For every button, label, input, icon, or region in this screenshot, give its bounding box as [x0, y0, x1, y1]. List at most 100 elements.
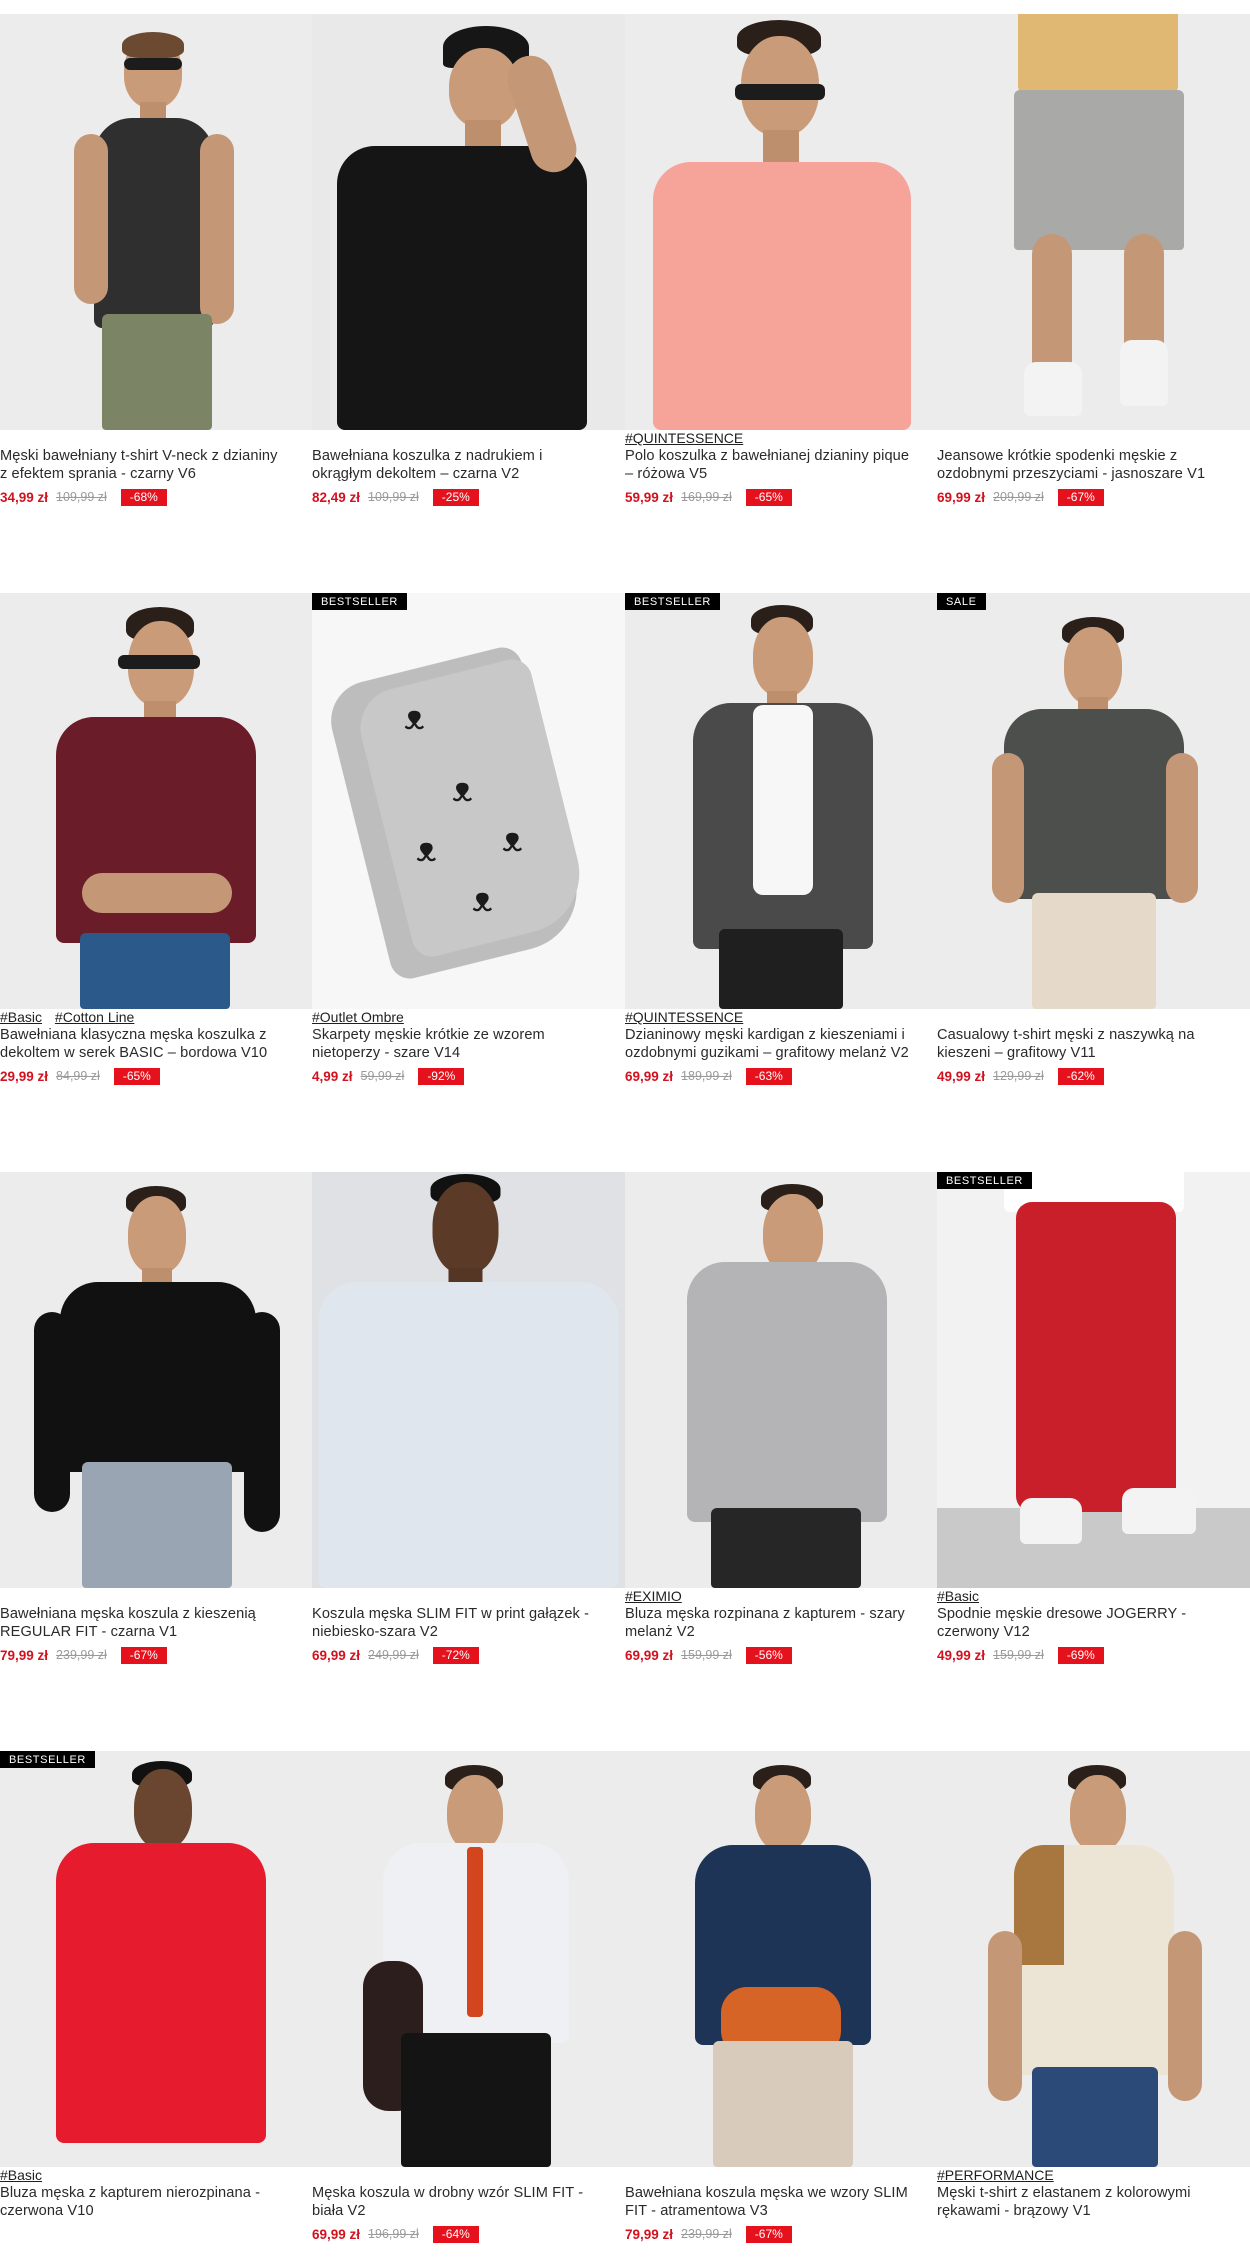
old-price: 209,99 zł: [993, 490, 1044, 504]
product-card[interactable]: #Basic #Cotton Line Bawełniana klasyczna…: [0, 593, 312, 1172]
old-price: 239,99 zł: [681, 2227, 732, 2241]
current-price: 59,99 zł: [625, 489, 674, 505]
product-card[interactable]: BESTSELLER #Basic Spodnie męskie dresowe…: [937, 1172, 1250, 1751]
current-price: 69,99 zł: [312, 1647, 361, 1663]
product-image[interactable]: BESTSELLER: [625, 593, 937, 1009]
price-row: 69,99 zł 209,99 zł -67%: [937, 488, 1250, 506]
product-badge: BESTSELLER: [937, 1172, 1032, 1189]
product-card[interactable]: BESTSELLER #QUINTESSENCE Dzianinowy męsk…: [625, 593, 937, 1172]
tag-link[interactable]: #QUINTESSENCE: [625, 430, 743, 446]
tag-list: #Basic: [0, 2167, 312, 2184]
current-price: 29,99 zł: [0, 1068, 49, 1084]
tag-list: [937, 1009, 1250, 1026]
product-image[interactable]: [625, 1751, 937, 2167]
old-price: 196,99 zł: [368, 2227, 419, 2241]
product-image[interactable]: [937, 14, 1250, 430]
product-name[interactable]: Bluza męska z kapturem nierozpinana - cz…: [0, 2184, 312, 2220]
product-name[interactable]: Bawełniana koszula męska we wzory SLIM F…: [625, 2184, 937, 2220]
tag-link[interactable]: #Cotton Line: [55, 1009, 134, 1025]
product-card[interactable]: #EXIMIO Bluza męska rozpinana z kapturem…: [625, 1172, 937, 1751]
tag-link[interactable]: #Basic: [0, 1009, 42, 1025]
product-card[interactable]: Męska koszula w drobny wzór SLIM FIT - b…: [312, 1751, 625, 2259]
price-row: 59,99 zł 169,99 zł -65%: [625, 488, 937, 506]
product-name[interactable]: Koszula męska SLIM FIT w print gałązek -…: [312, 1605, 625, 1641]
old-price: 189,99 zł: [681, 1069, 732, 1083]
current-price: 69,99 zł: [312, 2226, 361, 2242]
tag-list: #QUINTESSENCE: [625, 1009, 937, 1026]
product-card[interactable]: Bawełniana koszulka z nadrukiem i okrągł…: [312, 14, 625, 593]
product-image[interactable]: [625, 1172, 937, 1588]
old-price: 109,99 zł: [368, 490, 419, 504]
product-image[interactable]: BESTSELLER: [0, 1751, 312, 2167]
current-price: 79,99 zł: [625, 2226, 674, 2242]
product-card[interactable]: SALE Casualowy t-shirt męski z naszywką …: [937, 593, 1250, 1172]
bat-icon: ᴥ: [502, 821, 523, 859]
discount-badge: -65%: [745, 488, 792, 506]
price-row: 34,99 zł 109,99 zł -68%: [0, 488, 312, 506]
product-image[interactable]: SALE: [937, 593, 1250, 1009]
tag-list: [312, 1588, 625, 1605]
product-image[interactable]: BESTSELLER: [937, 1172, 1250, 1588]
product-name[interactable]: Jeansowe krótkie spodenki męskie z ozdob…: [937, 447, 1250, 483]
product-name[interactable]: Polo koszulka z bawełnianej dzianiny piq…: [625, 447, 937, 483]
price-row: 69,99 zł 189,99 zł -63%: [625, 1067, 937, 1085]
bat-icon: ᴥ: [472, 881, 493, 919]
product-name[interactable]: Bawełniana męska koszula z kieszenią REG…: [0, 1605, 312, 1641]
product-card[interactable]: Bawełniana koszula męska we wzory SLIM F…: [625, 1751, 937, 2259]
price-row: 69,99 zł 196,99 zł -64%: [312, 2225, 625, 2243]
product-image[interactable]: [312, 1751, 625, 2167]
product-name[interactable]: Męski bawełniany t-shirt V-neck z dziani…: [0, 447, 312, 483]
current-price: 79,99 zł: [0, 1647, 49, 1663]
discount-badge: -67%: [1057, 488, 1104, 506]
product-badge: BESTSELLER: [625, 593, 720, 610]
tag-link[interactable]: #PERFORMANCE: [937, 2167, 1054, 2183]
product-name[interactable]: Spodnie męskie dresowe JOGERRY - czerwon…: [937, 1605, 1250, 1641]
product-name[interactable]: Męska koszula w drobny wzór SLIM FIT - b…: [312, 2184, 625, 2220]
product-image[interactable]: [937, 1751, 1250, 2167]
product-name[interactable]: Bawełniana koszulka z nadrukiem i okrągł…: [312, 447, 625, 483]
product-card[interactable]: #QUINTESSENCE Polo koszulka z bawełniane…: [625, 14, 937, 593]
bat-icon: ᴥ: [452, 771, 473, 809]
tag-list: [312, 2167, 625, 2184]
product-image[interactable]: [625, 14, 937, 430]
discount-badge: -62%: [1057, 1067, 1104, 1085]
tag-link[interactable]: #Outlet Ombre: [312, 1009, 404, 1025]
discount-badge: -67%: [120, 1646, 167, 1664]
tag-link[interactable]: #Basic: [0, 2167, 42, 2183]
product-name[interactable]: Męski t-shirt z elastanem z kolorowymi r…: [937, 2184, 1250, 2220]
product-name[interactable]: Skarpety męskie krótkie ze wzorem nietop…: [312, 1026, 625, 1062]
product-card[interactable]: Męski bawełniany t-shirt V-neck z dziani…: [0, 14, 312, 593]
product-name[interactable]: Bawełniana klasyczna męska koszulka z de…: [0, 1026, 312, 1062]
tag-link[interactable]: #QUINTESSENCE: [625, 1009, 743, 1025]
product-card[interactable]: #PERFORMANCE Męski t-shirt z elastanem z…: [937, 1751, 1250, 2259]
tag-link[interactable]: #EXIMIO: [625, 1588, 682, 1604]
discount-badge: -25%: [432, 488, 479, 506]
product-image[interactable]: [0, 593, 312, 1009]
tag-link[interactable]: #Basic: [937, 1588, 979, 1604]
product-card[interactable]: BESTSELLER ᴥ ᴥ ᴥ ᴥ ᴥ #Outlet Ombre Skarp…: [312, 593, 625, 1172]
product-image[interactable]: [312, 1172, 625, 1588]
discount-badge: -69%: [1057, 1646, 1104, 1664]
product-image[interactable]: [0, 14, 312, 430]
tag-list: [0, 1588, 312, 1605]
tag-list: #QUINTESSENCE: [625, 430, 937, 447]
product-image[interactable]: [312, 14, 625, 430]
old-price: 59,99 zł: [360, 1069, 405, 1083]
current-price: 49,99 zł: [937, 1068, 986, 1084]
product-image[interactable]: BESTSELLER ᴥ ᴥ ᴥ ᴥ ᴥ: [312, 593, 625, 1009]
bat-icon: ᴥ: [404, 699, 425, 737]
product-card[interactable]: Bawełniana męska koszula z kieszenią REG…: [0, 1172, 312, 1751]
price-row: 69,99 zł 159,99 zł -56%: [625, 1646, 937, 1664]
product-name[interactable]: Dzianinowy męski kardigan z kieszeniami …: [625, 1026, 937, 1062]
product-card[interactable]: Jeansowe krótkie spodenki męskie z ozdob…: [937, 14, 1250, 593]
product-card[interactable]: Koszula męska SLIM FIT w print gałązek -…: [312, 1172, 625, 1751]
product-name[interactable]: Bluza męska rozpinana z kapturem - szary…: [625, 1605, 937, 1641]
tag-list: #Basic #Cotton Line: [0, 1009, 312, 1026]
product-image[interactable]: [0, 1172, 312, 1588]
bat-icon: ᴥ: [416, 831, 437, 869]
product-card[interactable]: BESTSELLER #Basic Bluza męska z kapturem…: [0, 1751, 312, 2259]
current-price: 69,99 zł: [937, 489, 986, 505]
product-name[interactable]: Casualowy t-shirt męski z naszywką na ki…: [937, 1026, 1250, 1062]
price-row: 29,99 zł 84,99 zł -65%: [0, 1067, 312, 1085]
old-price: 239,99 zł: [56, 1648, 107, 1662]
